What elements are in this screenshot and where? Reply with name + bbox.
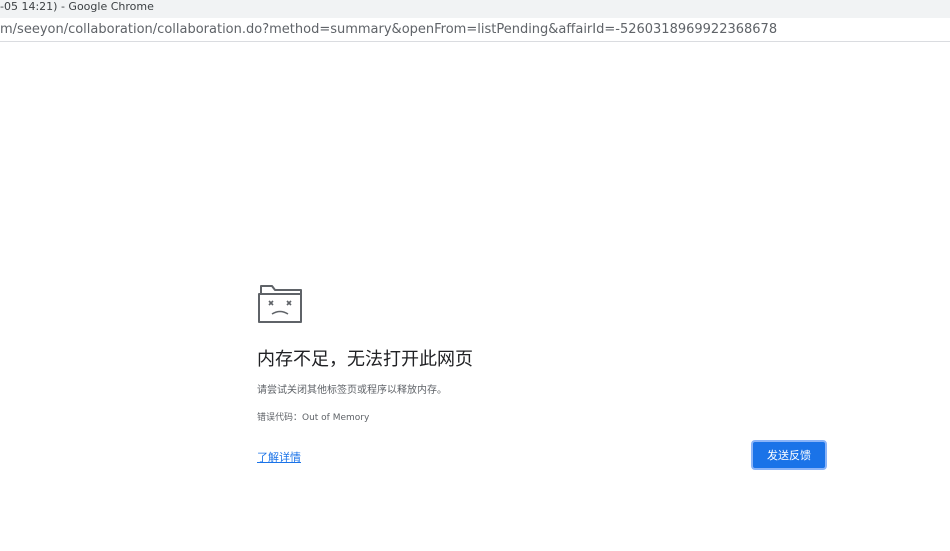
address-bar[interactable]: m/seeyon/collaboration/collaboration.do?…: [0, 18, 950, 42]
error-page: 内存不足，无法打开此网页 请尝试关闭其他标签页或程序以释放内存。 错误代码：Ou…: [0, 43, 950, 551]
details-link[interactable]: 了解详情: [257, 449, 301, 465]
error-code: 错误代码：Out of Memory: [257, 413, 370, 423]
window-titlebar: -05 14:21) - Google Chrome: [0, 0, 950, 18]
url-text[interactable]: m/seeyon/collaboration/collaboration.do?…: [0, 22, 777, 37]
window-title: -05 14:21) - Google Chrome: [0, 0, 154, 13]
sad-folder-icon: [258, 285, 302, 323]
send-feedback-button[interactable]: 发送反馈: [751, 440, 827, 470]
error-description: 请尝试关闭其他标签页或程序以释放内存。: [257, 385, 447, 396]
error-title: 内存不足，无法打开此网页: [257, 349, 473, 370]
